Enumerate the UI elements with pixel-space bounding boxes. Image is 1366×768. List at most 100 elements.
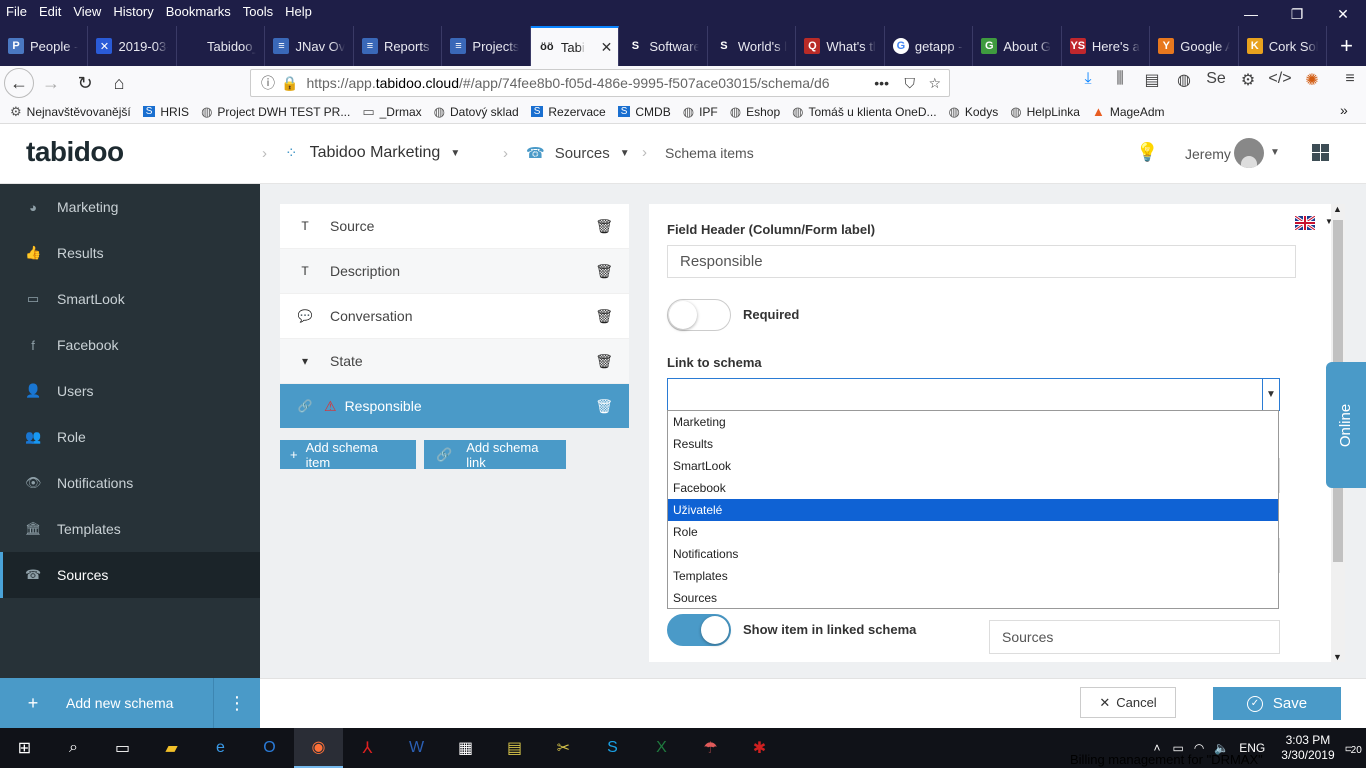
skype-icon[interactable]: S bbox=[588, 728, 637, 768]
add-new-schema-button[interactable]: + Add new schema ⋮ bbox=[0, 678, 260, 728]
schema-option[interactable]: Facebook bbox=[668, 477, 1278, 499]
more-options-icon[interactable]: ⋮ bbox=[213, 678, 260, 728]
caret-down-icon[interactable]: ▼ bbox=[1270, 147, 1280, 158]
bookmark-item[interactable]: ◍ Kodys bbox=[949, 104, 999, 120]
trash-icon[interactable]: 🗑 bbox=[595, 308, 613, 325]
sidebar-item-role[interactable]: 👥 Role bbox=[0, 414, 260, 460]
browser-tab[interactable]: ≡ JNav Ove bbox=[265, 26, 354, 66]
bookmark-item[interactable]: S CMDB bbox=[617, 105, 671, 119]
bookmark-item[interactable]: ◍ Datový sklad bbox=[434, 104, 519, 120]
link-to-schema-options[interactable]: Marketing Results SmartLook Facebook Uživate… bbox=[667, 410, 1279, 609]
sidebar-icon[interactable]: ▤ bbox=[1136, 70, 1168, 90]
menu-edit[interactable]: Edit bbox=[33, 4, 67, 19]
search-icon[interactable]: ⌕ bbox=[49, 728, 98, 768]
menu-help[interactable]: Help bbox=[279, 4, 318, 19]
addon-icon[interactable]: ✺ bbox=[1296, 70, 1328, 90]
browser-tab[interactable]: Y Google A bbox=[1150, 26, 1239, 66]
browser-tab[interactable]: ≡ Projects bbox=[442, 26, 531, 66]
extension-icon[interactable]: ⚙ bbox=[1232, 70, 1264, 90]
task-view-icon[interactable]: ▭ bbox=[98, 728, 147, 768]
sidebar-item-notifications[interactable]: 👁 Notifications bbox=[0, 460, 260, 506]
more-bookmarks-icon[interactable]: » bbox=[1340, 102, 1348, 118]
outlook-icon[interactable]: O bbox=[245, 728, 294, 768]
network-app-icon[interactable]: ☂ bbox=[686, 728, 735, 768]
sidebar-item-marketing[interactable]: ◕ Marketing bbox=[0, 184, 260, 230]
save-button[interactable]: ✓ Save bbox=[1213, 687, 1341, 720]
browser-tab[interactable]: ≡ Reports - bbox=[354, 26, 443, 66]
excel-icon[interactable]: X bbox=[637, 728, 686, 768]
schema-option[interactable]: SmartLook bbox=[668, 455, 1278, 477]
sidebar-item-facebook[interactable]: f Facebook bbox=[0, 322, 260, 368]
breadcrumb-app[interactable]: › ⁘ Tabidoo Marketing ▼ bbox=[262, 144, 460, 162]
sidebar-item-smartlook[interactable]: ▭ SmartLook bbox=[0, 276, 260, 322]
browser-tab[interactable]: S World's l bbox=[708, 26, 797, 66]
menu-history[interactable]: History bbox=[107, 4, 159, 19]
schema-item-row[interactable]: 🔗 ⚠ Responsible 🗑 bbox=[280, 384, 629, 429]
trash-icon[interactable]: 🗑 bbox=[595, 353, 613, 370]
linked-schema-field[interactable]: Sources bbox=[989, 620, 1280, 654]
sidebar-item-results[interactable]: 👍 Results bbox=[0, 230, 260, 276]
sidebar-item-users[interactable]: 👤 Users bbox=[0, 368, 260, 414]
home-icon[interactable]: ⌂ bbox=[102, 73, 136, 94]
trash-icon[interactable]: 🗑 bbox=[595, 398, 613, 415]
close-tab-icon[interactable]: ✕ bbox=[601, 39, 613, 56]
selenium-icon[interactable]: Se bbox=[1200, 70, 1232, 90]
clock[interactable]: 3:03 PM 3/30/2019 bbox=[1281, 733, 1334, 763]
avatar[interactable] bbox=[1234, 138, 1264, 168]
schema-option[interactable]: Results bbox=[668, 433, 1278, 455]
tools-icon[interactable]: ✂ bbox=[539, 728, 588, 768]
bookmark-item[interactable]: ⚙ Nejnavštěvovanější bbox=[10, 104, 131, 120]
bookmark-item[interactable]: ◍ IPF bbox=[683, 104, 718, 120]
browser-tab[interactable]: K Cork Sol bbox=[1239, 26, 1328, 66]
bookmark-item[interactable]: ▭ _Drmax bbox=[362, 104, 421, 120]
breadcrumb-schema[interactable]: › ☎ Sources ▼ bbox=[503, 144, 630, 163]
lightbulb-icon[interactable]: 💡 bbox=[1136, 142, 1158, 163]
required-toggle[interactable] bbox=[667, 299, 731, 331]
bookmark-item[interactable]: S HRIS bbox=[142, 105, 189, 119]
bookmark-item[interactable]: ◍ Tomáš u klienta OneD... bbox=[792, 104, 936, 120]
browser-tab[interactable]: S Software bbox=[619, 26, 708, 66]
browser-tab[interactable]: Tabidoo_clou bbox=[177, 26, 266, 66]
apps-grid-icon[interactable] bbox=[1312, 144, 1329, 161]
globe-icon[interactable]: ◍ bbox=[1168, 70, 1200, 90]
schema-item-row[interactable]: T Description 🗑 bbox=[280, 249, 629, 294]
new-tab-button[interactable]: + bbox=[1327, 26, 1366, 66]
internet-explorer-icon[interactable]: e bbox=[196, 728, 245, 768]
browser-tab[interactable]: öö Tabi ✕ bbox=[530, 26, 620, 66]
browser-tab[interactable]: Q What's tl bbox=[796, 26, 885, 66]
user-name[interactable]: Jeremy bbox=[1185, 146, 1231, 162]
schema-item-row[interactable]: ▾ State 🗑 bbox=[280, 339, 629, 384]
schema-option[interactable]: Notifications bbox=[668, 543, 1278, 565]
notification-center-icon[interactable]: ▭20 bbox=[1345, 741, 1362, 756]
menu-icon[interactable]: ≡ bbox=[1334, 70, 1366, 90]
link-to-schema-select[interactable]: ▼ bbox=[667, 378, 1280, 411]
tabidoo-logo[interactable]: tabidoo bbox=[26, 136, 124, 168]
schema-option[interactable]: Uživatelé bbox=[668, 499, 1278, 521]
field-header-input[interactable]: Responsible bbox=[667, 245, 1296, 278]
show-item-toggle[interactable] bbox=[667, 614, 731, 646]
add-schema-link-button[interactable]: 🔗 Add schema link bbox=[424, 440, 566, 470]
browser-tab[interactable]: ✕ 2019-03- bbox=[88, 26, 177, 66]
bookmark-star-icon[interactable]: ☆ bbox=[928, 75, 941, 92]
menu-file[interactable]: File bbox=[0, 4, 33, 19]
add-schema-item-button[interactable]: + Add schema item bbox=[280, 440, 416, 470]
windows-start-icon[interactable]: ⊞ bbox=[0, 728, 49, 768]
bookmark-item[interactable]: ◍ Project DWH TEST PR... bbox=[201, 104, 350, 120]
firefox-icon[interactable]: ◉ bbox=[294, 728, 343, 768]
bookmark-item[interactable]: ▲ MageAdm bbox=[1092, 104, 1165, 119]
scroll-up-icon[interactable]: ▲ bbox=[1333, 204, 1342, 214]
menu-view[interactable]: View bbox=[67, 4, 107, 19]
trash-icon[interactable]: 🗑 bbox=[595, 263, 613, 280]
bookmark-item[interactable]: ◍ Eshop bbox=[730, 104, 780, 120]
bug-app-icon[interactable]: ✱ bbox=[735, 728, 784, 768]
file-explorer-icon[interactable]: ▰ bbox=[147, 728, 196, 768]
browser-tab[interactable]: Ggetapp - bbox=[885, 26, 974, 66]
info-icon[interactable]: ⓘ bbox=[261, 73, 275, 93]
menu-tools[interactable]: Tools bbox=[237, 4, 279, 19]
reload-icon[interactable]: ↻ bbox=[68, 73, 102, 94]
acrobat-icon[interactable]: ⅄ bbox=[343, 728, 392, 768]
schema-option[interactable]: Templates bbox=[668, 565, 1278, 587]
forward-icon[interactable]: → bbox=[34, 73, 68, 94]
schema-item-row[interactable]: 💬 Conversation 🗑 bbox=[280, 294, 629, 339]
library-icon[interactable]: ⫼ bbox=[1104, 70, 1136, 90]
